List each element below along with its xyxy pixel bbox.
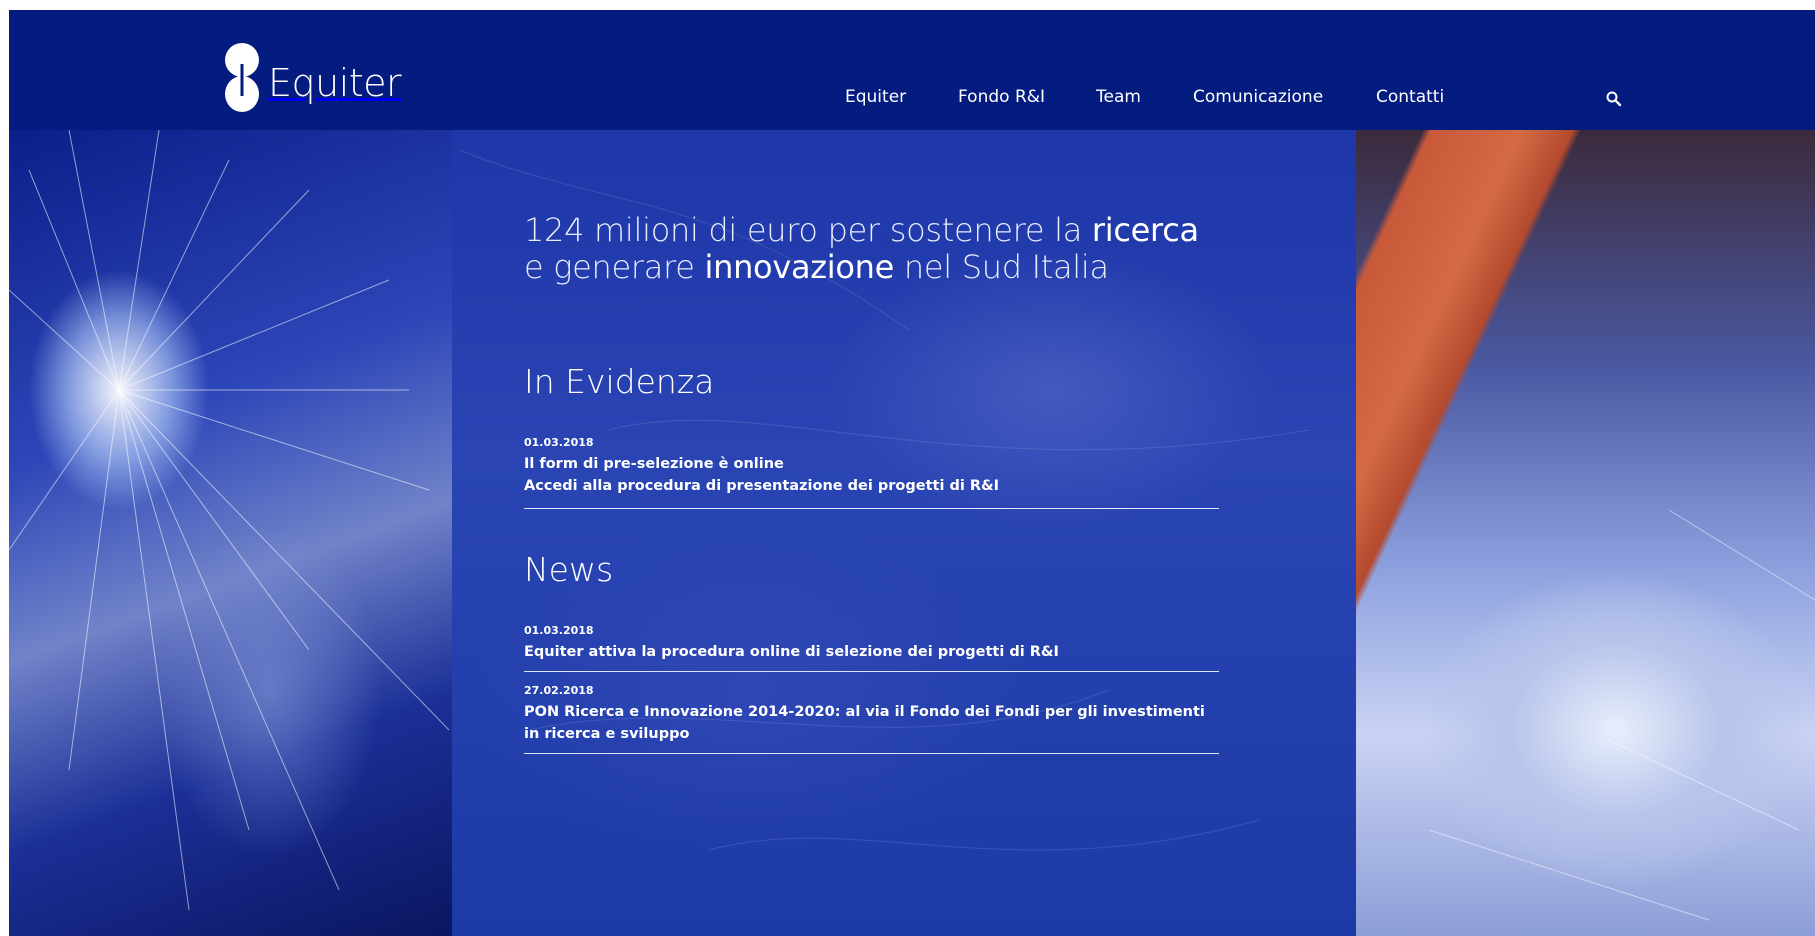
nav-item-fondo-ri[interactable]: Fondo R&I [958,87,1045,107]
tagline-emphasis: ricerca [1091,211,1199,249]
highlight-date: 01.03.2018 [524,436,594,449]
news-link[interactable]: PON Ricerca e Innovazione 2014-2020: al … [524,701,1219,745]
site-header: Equiter Equiter Fondo R&I Team Comunicaz… [9,10,1815,130]
nav-item-contatti[interactable]: Contatti [1376,87,1444,107]
news-link[interactable]: Equiter attiva la procedura online di se… [524,641,1219,663]
nav-item-comunicazione[interactable]: Comunicazione [1193,87,1323,107]
news-date: 01.03.2018 [524,624,594,637]
nav-item-team[interactable]: Team [1096,87,1141,107]
highlight-title-link[interactable]: Il form di pre-selezione è online [524,453,1219,475]
page-frame: Equiter Equiter Fondo R&I Team Comunicaz… [9,10,1815,936]
highlight-subtitle-link[interactable]: Accedi alla procedura di presentazione d… [524,475,1219,497]
nav-item-equiter[interactable]: Equiter [845,87,906,107]
tagline-emphasis: innovazione [704,248,895,286]
hero-section: 124 milioni di euro per sostenere la ric… [9,130,1815,936]
news-date: 27.02.2018 [524,684,594,697]
tagline-text: 124 milioni di euro per sostenere la [524,211,1092,249]
news-item[interactable]: 01.03.2018 Equiter attiva la procedura o… [524,624,1219,672]
hero-tagline: 124 milioni di euro per sostenere la ric… [524,212,1219,286]
search-icon[interactable] [1605,90,1623,108]
highlights-title: In Evidenza [524,362,715,401]
tagline-text: e generare [524,248,705,286]
main-nav: Equiter Fondo R&I Team Comunicazione Con… [9,87,1815,117]
tagline-text: nel Sud Italia [894,248,1109,286]
highlight-item[interactable]: 01.03.2018 Il form di pre-selezione è on… [524,436,1219,509]
news-item[interactable]: 27.02.2018 PON Ricerca e Innovazione 201… [524,684,1219,754]
news-title: News [524,550,614,589]
